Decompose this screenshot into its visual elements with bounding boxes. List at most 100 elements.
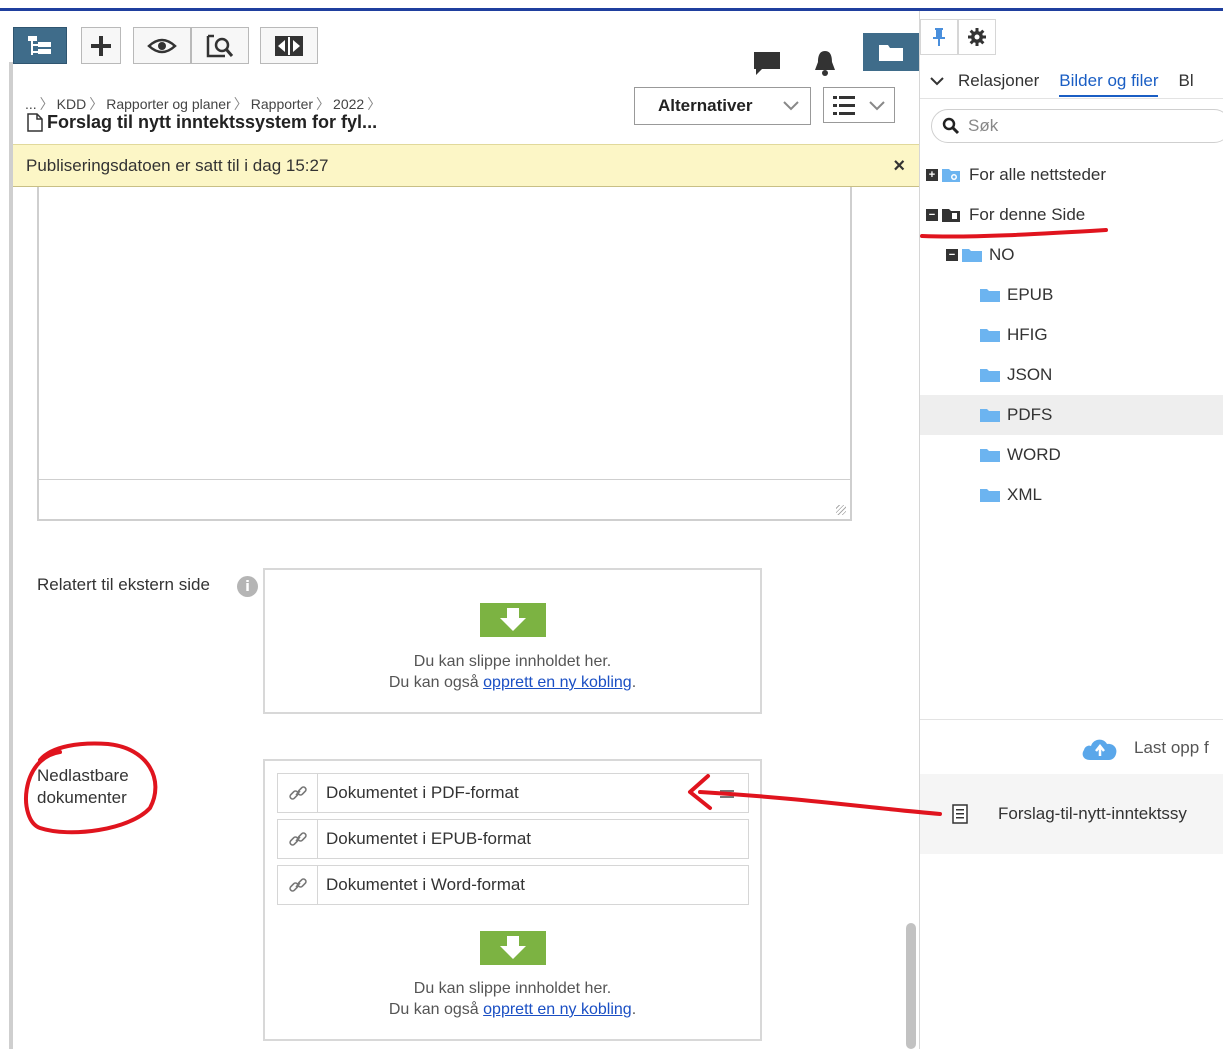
pin-button[interactable] [920,19,958,55]
editor-statusbar [39,479,850,519]
breadcrumb-item[interactable]: Rapporter [251,96,313,112]
drop-hint-line2: Du kan også opprett en ny kobling. [265,999,760,1020]
doc-item-label: Dokumentet i PDF-format [326,783,519,802]
file-item[interactable]: Forslag-til-nytt-inntektssy [920,774,1223,854]
create-link-link[interactable]: opprett en ny kobling [483,1001,632,1018]
link-icon [278,774,318,812]
breadcrumb-item[interactable]: ... [25,96,37,112]
expand-arrows-icon [275,35,303,56]
breadcrumb-item[interactable]: Rapporter og planer [106,96,231,112]
link-icon [278,866,318,904]
related-external-label: Relatert til ekstern side [37,575,210,594]
doc-item-label: Dokumentet i EPUB-format [326,829,532,848]
tree-item-label: For denne Side [969,205,1086,224]
upload-area[interactable]: Last opp f [920,719,1223,775]
tree-item-label: JSON [1007,365,1053,384]
folder-icon [980,329,1000,342]
file-name: Forslag-til-nytt-inntektssy [998,804,1187,823]
speech-bubble-icon [754,52,780,75]
tree-item-label: WORD [1007,445,1061,464]
drag-handle-icon[interactable] [720,790,734,798]
tree-item-no[interactable]: − NO [946,235,1223,275]
scrollbar-thumb[interactable] [906,923,916,1049]
drop-hint-line2: Du kan også opprett en ny kobling. [265,672,760,693]
tab-images-files[interactable]: Bilder og filer [1059,71,1159,97]
tab-relations[interactable]: Relasjoner [958,71,1039,91]
resize-handle[interactable] [836,505,846,515]
doc-item[interactable]: Dokumentet i PDF-format [277,773,749,813]
view-list-dropdown[interactable] [823,87,895,123]
page-title-text: Forslag til nytt inntektssystem for fyl.… [47,112,378,132]
page-icon [27,113,43,132]
assets-pane-button[interactable] [863,33,919,71]
rich-text-editor[interactable] [37,187,852,521]
chevron-down-icon[interactable] [930,76,944,86]
folder-icon [980,409,1000,422]
drop-hint-line1: Du kan slippe innholdet her. [413,980,612,997]
search-icon [942,117,960,135]
assets-pane: Relasjoner Bilder og filer Bl Søk + For … [919,11,1223,1049]
tree-item-hfig[interactable]: HFIG [920,315,1223,355]
doc-item[interactable]: Dokumentet i Word-format [277,865,749,905]
tree-item-for-all-sites[interactable]: + For alle nettsteder [926,155,1223,195]
assets-search[interactable]: Søk [931,109,1223,143]
tree-item-label: NO [989,245,1015,264]
pin-icon [933,28,945,46]
breadcrumb-item[interactable]: KDD [57,96,87,112]
eye-icon [147,38,177,53]
tab-blocks[interactable]: Bl [1178,71,1193,91]
folder-icon [962,249,982,262]
doc-item[interactable]: Dokumentet i EPUB-format [277,819,749,859]
upload-text: Last opp f [1134,737,1209,757]
settings-button[interactable] [958,19,996,55]
doc-item-label: Dokumentet i Word-format [326,875,526,894]
folder-icon [879,45,903,61]
expand-icon[interactable]: + [926,169,938,181]
info-icon[interactable]: i [237,576,258,597]
preview-button[interactable] [133,27,191,64]
page-tree-icon [28,35,51,55]
tree-item-label: XML [1007,485,1042,504]
collapse-icon[interactable]: − [946,249,958,261]
tree-item-epub[interactable]: EPUB [920,275,1223,315]
page-tree-button[interactable] [13,27,67,64]
folder-icon [980,369,1000,382]
tree-item-pdfs[interactable]: PDFS [920,395,1223,435]
downloads-label: Nedlastbare dokumenter [37,766,129,807]
create-link-link[interactable]: opprett en ny kobling [483,674,632,691]
assets-tabs: Relasjoner Bilder og filer Bl [920,63,1223,99]
drop-hint-prefix: Du kan også [388,674,484,691]
add-button[interactable] [81,27,121,64]
main-toolbar [13,27,919,76]
search-placeholder: Søk [968,116,999,135]
assets-pane-toolbar [920,19,996,59]
related-external-dropzone[interactable]: Du kan slippe innholdet her. Du kan også… [263,568,762,714]
folder-icon [980,289,1000,302]
shared-folder-icon [942,169,960,182]
drop-hint: Du kan slippe innholdet her. Du kan også… [265,651,760,693]
document-icon [952,804,968,824]
close-icon[interactable]: × [893,155,905,178]
breadcrumb-item[interactable]: 2022 [333,96,364,112]
tree-item-word[interactable]: WORD [920,435,1223,475]
collapse-icon[interactable]: − [926,209,938,221]
list-icon [833,96,885,115]
options-dropdown[interactable]: Alternativer [634,87,811,125]
notifications-button[interactable] [810,43,840,83]
comments-button[interactable] [751,43,783,83]
banner-text: Publiseringsdatoen er satt til i dag 15:… [26,155,329,175]
chevron-down-icon [783,101,799,111]
drop-hint-suffix: . [631,1001,637,1018]
toggle-pane-button[interactable] [260,27,318,64]
tree-item-json[interactable]: JSON [920,355,1223,395]
drop-hint-line1: Du kan slippe innholdet her. [413,653,612,670]
folder-icon [980,449,1000,462]
downloads-dropzone[interactable]: Dokumentet i PDF-format Dokumentet i EPU… [263,759,762,1041]
compare-view-button[interactable] [191,27,249,64]
magnify-page-icon [206,34,234,57]
drop-hint: Du kan slippe innholdet her. Du kan også… [265,978,760,1020]
tree-item-for-this-page[interactable]: − For denne Side [926,195,1223,235]
tree-item-xml[interactable]: XML [920,475,1223,515]
tree-item-label: PDFS [1007,405,1053,424]
tree-item-label: EPUB [1007,285,1054,304]
